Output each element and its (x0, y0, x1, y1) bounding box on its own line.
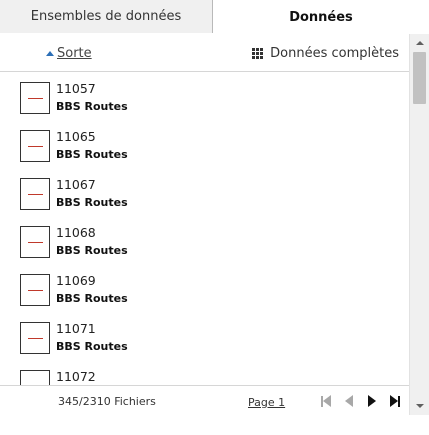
route-thumbnail (20, 82, 50, 114)
item-id: 11069 (56, 273, 96, 288)
sort-ascending-icon (46, 50, 54, 56)
item-id: 11068 (56, 225, 96, 240)
route-thumbnail (20, 226, 50, 258)
record-count: 345/2310 Fichiers (58, 395, 156, 408)
vertical-scrollbar[interactable] (409, 34, 429, 415)
list-item[interactable]: 11067 BBS Routes (0, 169, 409, 217)
scroll-up-arrow-icon[interactable] (410, 36, 429, 50)
list-item[interactable]: 11071 BBS Routes (0, 313, 409, 361)
grid-icon (252, 48, 265, 59)
list-item[interactable]: 11057 BBS Routes (0, 73, 409, 121)
list-item[interactable]: 11065 BBS Routes (0, 121, 409, 169)
list-item[interactable]: 11068 BBS Routes (0, 217, 409, 265)
item-name: BBS Routes (56, 244, 128, 257)
route-thumbnail (20, 370, 50, 385)
list-item[interactable]: 11069 BBS Routes (0, 265, 409, 313)
route-thumbnail (20, 322, 50, 354)
last-page-icon[interactable] (388, 394, 402, 408)
sort-label: Sorte (57, 46, 92, 61)
item-name: BBS Routes (56, 100, 128, 113)
data-list: 11057 BBS Routes 11065 BBS Routes 11067 … (0, 73, 409, 385)
item-id: 11071 (56, 321, 96, 336)
item-id: 11067 (56, 177, 96, 192)
scroll-down-arrow-icon[interactable] (410, 399, 429, 413)
full-data-label: Données complètes (270, 46, 399, 61)
tab-datasets[interactable]: Ensembles de données (0, 0, 213, 33)
tab-data[interactable]: Données (213, 0, 429, 34)
item-id: 11057 (56, 81, 96, 96)
tab-data-label: Données (289, 9, 353, 25)
pager-controls (319, 394, 402, 408)
next-page-icon[interactable] (365, 394, 379, 408)
item-id: 11065 (56, 129, 96, 144)
item-name: BBS Routes (56, 340, 128, 353)
route-thumbnail (20, 178, 50, 210)
tab-bar: Ensembles de données Données (0, 0, 429, 34)
item-name: BBS Routes (56, 292, 128, 305)
sort-button[interactable]: Sorte (46, 46, 92, 61)
item-name: BBS Routes (56, 196, 128, 209)
first-page-icon[interactable] (319, 394, 333, 408)
route-thumbnail (20, 130, 50, 162)
previous-page-icon[interactable] (342, 394, 356, 408)
page-number-link[interactable]: Page 1 (248, 396, 285, 409)
bottom-strip (0, 418, 429, 435)
item-id: 11072 (56, 369, 96, 384)
full-data-button[interactable]: Données complètes (252, 46, 399, 61)
list-item[interactable]: 11072 (0, 361, 409, 385)
scrollbar-thumb[interactable] (413, 52, 426, 104)
route-thumbnail (20, 274, 50, 306)
tab-datasets-label: Ensembles de données (30, 9, 182, 24)
toolbar: Sorte Données complètes (0, 34, 409, 72)
pagination-footer: 345/2310 Fichiers Page 1 (0, 385, 409, 418)
item-name: BBS Routes (56, 148, 128, 161)
